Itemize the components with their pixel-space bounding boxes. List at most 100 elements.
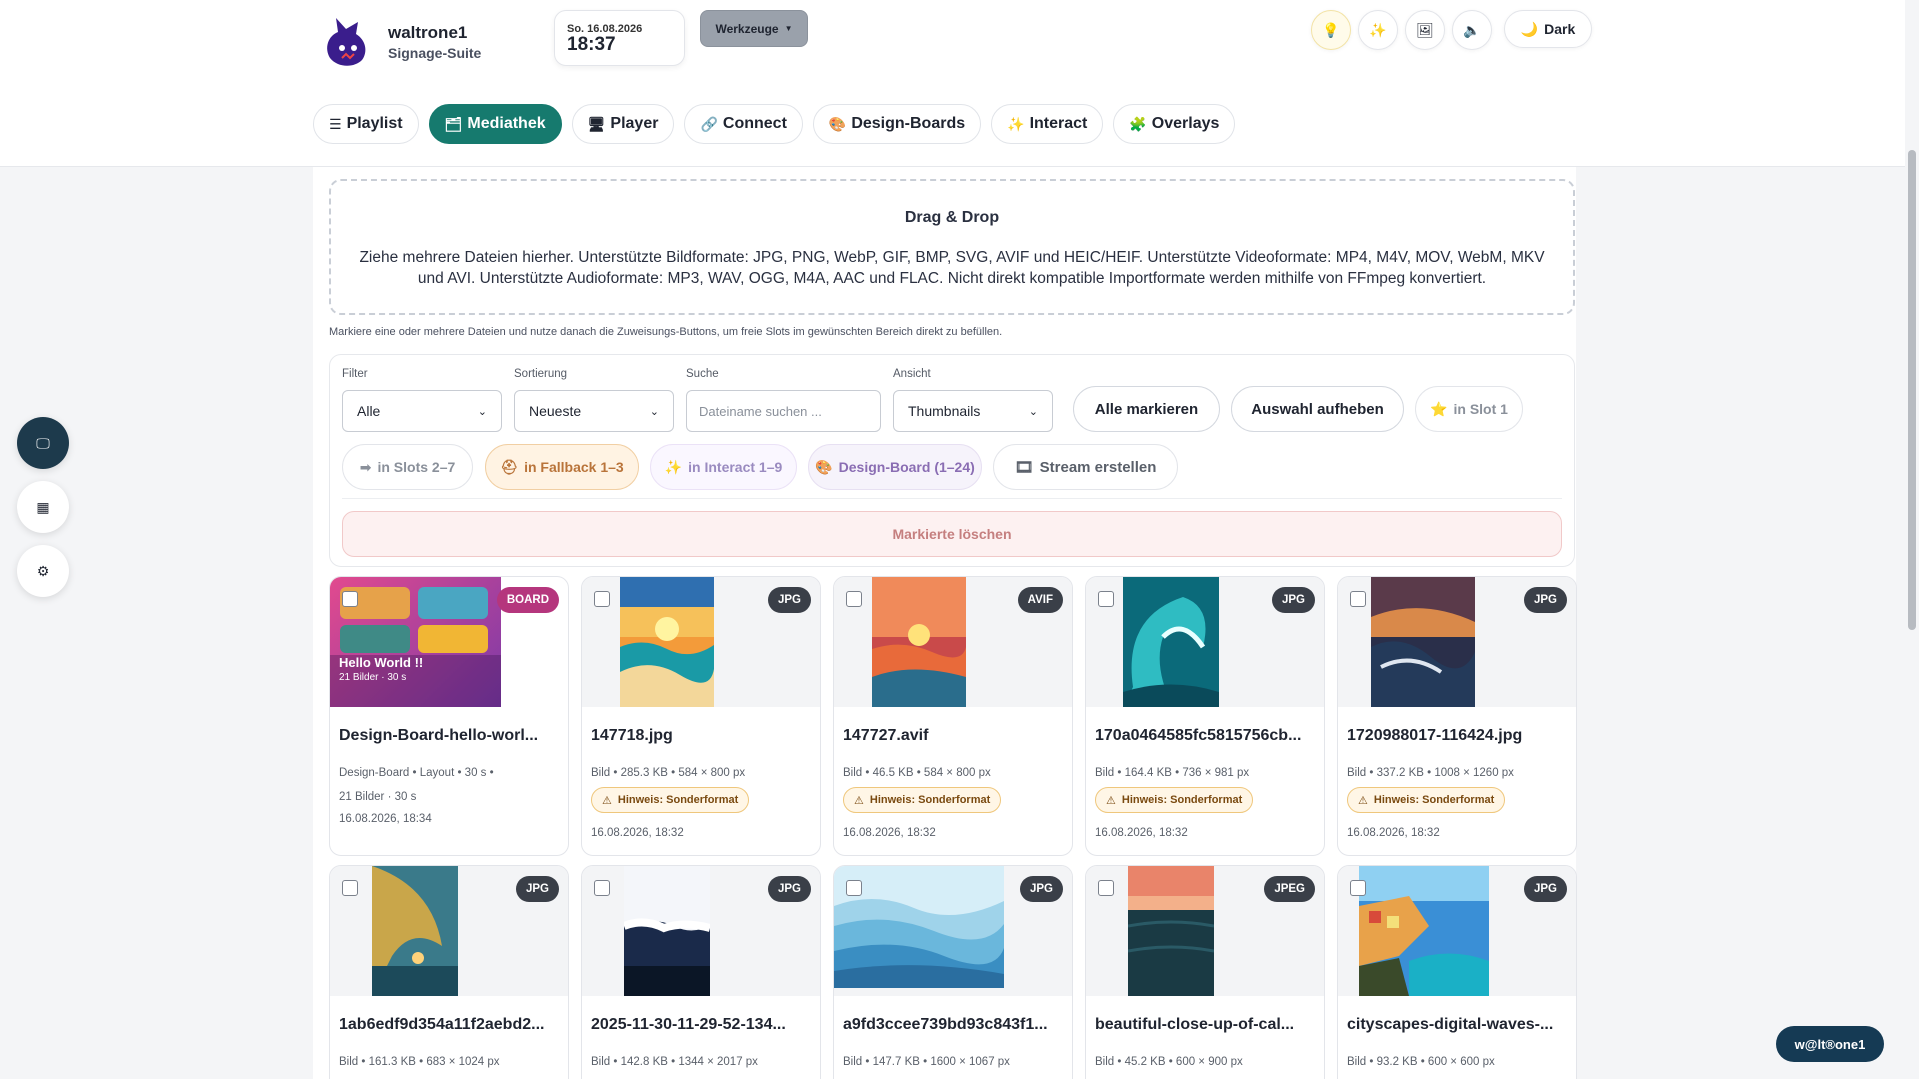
gear-icon: ⚙ xyxy=(36,562,50,579)
lightbulb-button[interactable]: 💡 xyxy=(1311,10,1351,50)
sound-button[interactable]: 🔈 xyxy=(1452,10,1492,50)
media-card[interactable]: JPG a9fd3ccee739bd93c843f1... Bild • 147… xyxy=(833,865,1073,1079)
file-name: 147718.jpg xyxy=(591,727,673,744)
tab-connect[interactable]: 🔗 Connect xyxy=(684,104,803,144)
media-card[interactable]: JPG 170a0464585fc5815756cb... Bild • 164… xyxy=(1085,576,1325,856)
type-badge: JPG xyxy=(1523,587,1567,613)
delete-selected-button[interactable]: Markierte löschen xyxy=(342,511,1562,557)
tab-mediathek[interactable]: 🗂 Mediathek xyxy=(428,104,562,144)
file-name: 1ab6edf9d354a11f2aebd2... xyxy=(339,1016,545,1033)
tab-label: Playlist xyxy=(346,115,403,132)
media-card[interactable]: JPG 147718.jpg Bild • 285.3 KB • 584 × 8… xyxy=(581,576,821,856)
palette-icon: 🎨 xyxy=(828,115,847,132)
drop-zone[interactable]: Drag & Drop Ziehe mehrere Dateien hierhe… xyxy=(329,179,1575,315)
chat-button[interactable]: 🖵 xyxy=(17,417,69,469)
select-checkbox[interactable] xyxy=(342,880,358,896)
select-checkbox[interactable] xyxy=(1350,591,1366,607)
warning-label: Hinweis: Sonderformat xyxy=(1121,794,1243,806)
media-card[interactable]: JPG 1720988017-116424.jpg Bild • 337.2 K… xyxy=(1337,576,1577,856)
file-name: cityscapes-digital-waves-... xyxy=(1347,1016,1554,1033)
file-meta-line: Design-Board • Layout • 30 s • xyxy=(339,767,494,779)
deselect-button[interactable]: Auswahl aufheben xyxy=(1231,386,1404,432)
select-checkbox[interactable] xyxy=(342,591,358,607)
file-name: 2025-11-30-11-29-52-134... xyxy=(591,1016,786,1033)
assign-slots-2-7-button[interactable]: ➡ in Slots 2–7 xyxy=(342,444,473,490)
view-value: Thumbnails xyxy=(908,403,981,419)
select-all-button[interactable]: Alle markieren xyxy=(1073,386,1220,432)
assign-fallback-button[interactable]: ⛑ in Fallback 1–3 xyxy=(485,444,639,490)
board-subtitle: 21 Bilder · 30 s xyxy=(339,672,407,683)
sunset-image xyxy=(620,577,714,707)
file-date: 16.08.2026, 18:32 xyxy=(591,827,684,839)
divider xyxy=(342,498,1562,499)
wave-tube-image xyxy=(372,866,458,996)
filter-controls: Filter Alle ⌄ Sortierung Neueste ⌄ Suche A… xyxy=(329,354,1575,567)
tab-player[interactable]: 🖥 Player xyxy=(571,104,675,144)
dark-mode-toggle[interactable]: 🌙 Dark xyxy=(1504,10,1592,48)
settings-button[interactable]: ⚙ xyxy=(17,545,69,597)
arrow-right-icon: ➡ xyxy=(359,458,372,475)
qr-icon: ▦ xyxy=(36,498,50,515)
file-name: 1720988017-116424.jpg xyxy=(1347,727,1523,744)
select-checkbox[interactable] xyxy=(594,591,610,607)
chevron-down-icon: ⌄ xyxy=(1028,405,1038,418)
file-meta-line: 21 Bilder · 30 s xyxy=(339,791,417,803)
media-card[interactable]: JPEG beautiful-close-up-of-cal... Bild •… xyxy=(1085,865,1325,1079)
drop-zone-text: Ziehe mehrere Dateien hierher. Unterstüt… xyxy=(359,249,1545,287)
media-card[interactable]: AVIF 147727.avif Bild • 46.5 KB • 584 × … xyxy=(833,576,1073,856)
moon-icon: 🌙 xyxy=(1520,20,1539,37)
tab-interact[interactable]: ✨ Interact xyxy=(991,104,1104,144)
qr-button[interactable]: ▦ xyxy=(17,481,69,533)
type-badge: JPG xyxy=(1523,876,1567,902)
type-badge: JPG xyxy=(767,587,811,613)
wave-image xyxy=(1123,577,1219,707)
coastal-town-image xyxy=(1359,866,1489,996)
media-card[interactable]: JPG 2025-11-30-11-29-52-134... Bild • 14… xyxy=(581,865,821,1079)
clock-widget: So. 16.08.2026 18:37 xyxy=(554,10,685,66)
interact-label: in Interact 1–9 xyxy=(688,459,783,475)
screen-button[interactable]: 🖼 xyxy=(1405,10,1445,50)
warning-badge: ⚠ Hinweis: Sonderformat xyxy=(843,787,1002,813)
user-badge[interactable]: w@lt®one1 xyxy=(1776,1026,1884,1062)
warning-badge: ⚠ Hinweis: Sonderformat xyxy=(1095,787,1254,813)
filter-select[interactable]: Alle ⌄ xyxy=(342,390,502,432)
assign-interact-button[interactable]: ✨ in Interact 1–9 xyxy=(650,444,797,490)
sparkle-button[interactable]: ✨ xyxy=(1358,10,1398,50)
tab-playlist[interactable]: ☰ Playlist xyxy=(313,104,419,144)
scrollbar-thumb[interactable] xyxy=(1908,150,1916,630)
logo-icon xyxy=(327,18,366,66)
view-select[interactable]: Thumbnails ⌄ xyxy=(893,390,1053,432)
media-card[interactable]: Hello World !! 21 Bilder · 30 s BOARD De… xyxy=(329,576,569,856)
select-checkbox[interactable] xyxy=(1350,880,1366,896)
create-stream-button[interactable]: 🎞 Stream erstellen xyxy=(993,444,1178,490)
file-date: 16.08.2026, 18:32 xyxy=(1095,827,1188,839)
tab-overlays[interactable]: 🧩 Overlays xyxy=(1113,104,1236,144)
tab-label: Player xyxy=(610,115,659,132)
assign-slot1-button[interactable]: ⭐ in Slot 1 xyxy=(1415,386,1523,432)
media-card[interactable]: JPG cityscapes-digital-waves-... Bild • … xyxy=(1337,865,1577,1079)
slots27-label: in Slots 2–7 xyxy=(377,459,456,475)
select-checkbox[interactable] xyxy=(1098,591,1114,607)
select-checkbox[interactable] xyxy=(1098,880,1114,896)
drop-zone-title: Drag & Drop xyxy=(904,209,1000,226)
file-meta: Bild • 161.3 KB • 683 × 1024 px xyxy=(339,1056,500,1068)
star-icon: ⭐ xyxy=(1430,400,1448,417)
select-checkbox[interactable] xyxy=(594,880,610,896)
sort-select[interactable]: Neueste ⌄ xyxy=(514,390,674,432)
design-label: Design-Board (1–24) xyxy=(838,459,975,475)
slot1-label: in Slot 1 xyxy=(1453,401,1508,417)
search-input[interactable] xyxy=(686,390,881,432)
tab-label: Interact xyxy=(1029,115,1088,132)
media-card[interactable]: JPG 1ab6edf9d354a11f2aebd2... Bild • 161… xyxy=(329,865,569,1079)
assign-design-board-button[interactable]: 🎨 Design-Board (1–24) xyxy=(808,444,982,490)
tab-label: Design-Boards xyxy=(851,115,966,132)
select-checkbox[interactable] xyxy=(846,591,862,607)
select-checkbox[interactable] xyxy=(846,880,862,896)
main-tabs: ☰ Playlist 🗂 Mediathek 🖥 Player 🔗 Connect 🎨 D… xyxy=(313,104,1236,144)
tab-design-boards[interactable]: 🎨 Design-Boards xyxy=(812,104,982,144)
media-library-panel: Drag & Drop Ziehe mehrere Dateien hierhe… xyxy=(313,167,1577,1079)
file-meta: Bild • 337.2 KB • 1008 × 1260 px xyxy=(1347,767,1514,779)
tools-dropdown[interactable]: Werkzeuge ▼ xyxy=(700,10,808,47)
warning-icon: ⚠ xyxy=(854,794,864,807)
monitor-icon: 🖵 xyxy=(36,434,50,451)
